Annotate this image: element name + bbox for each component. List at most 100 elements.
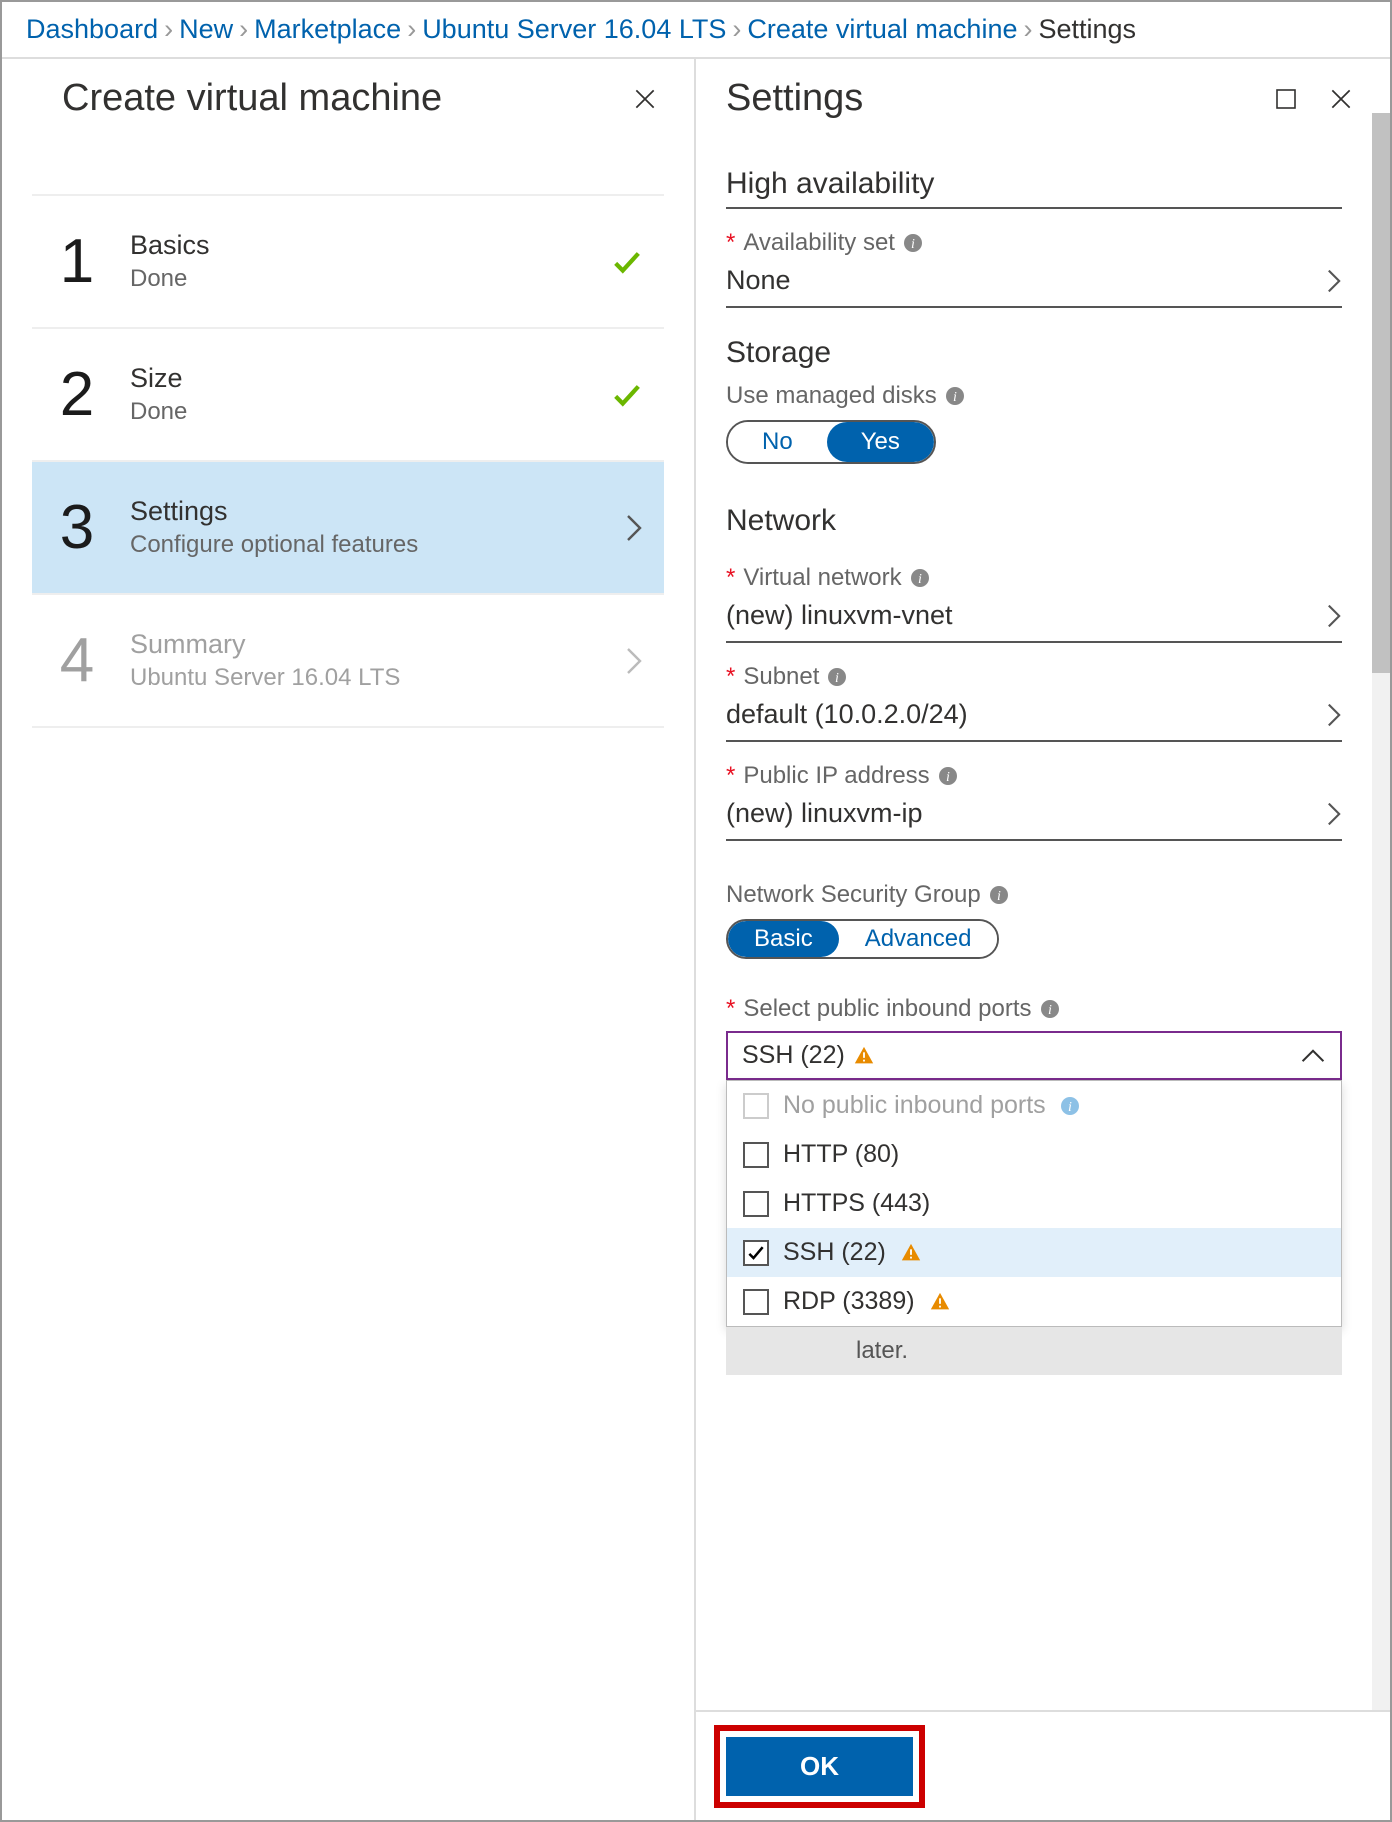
svg-text:i: i (1048, 1003, 1052, 1018)
warning-icon (853, 1045, 875, 1067)
toggle-managed-disks: No Yes (726, 420, 936, 464)
checkbox-icon (743, 1289, 769, 1315)
svg-text:i: i (953, 390, 957, 405)
chevron-right-icon (624, 646, 644, 676)
option-rdp[interactable]: RDP (3389) (727, 1277, 1341, 1326)
warning-icon (929, 1291, 951, 1313)
label-nsg: Network Security Group i (726, 881, 1342, 909)
breadcrumb-current: Settings (1038, 14, 1136, 45)
label-subnet: *Subnet i (726, 663, 1342, 691)
create-vm-panel: Create virtual machine 1 Basics Done (2, 59, 696, 1820)
info-icon[interactable]: i (938, 766, 958, 786)
label-managed-disks: Use managed disks i (726, 382, 1342, 410)
chevron-right-icon (624, 513, 644, 543)
close-icon[interactable] (632, 86, 658, 112)
breadcrumb-link[interactable]: Marketplace (254, 14, 401, 45)
step-settings[interactable]: 3 Settings Configure optional features (32, 462, 664, 595)
chevron-right-icon: › (732, 14, 741, 45)
svg-text:i: i (997, 889, 1001, 904)
info-icon[interactable]: i (827, 667, 847, 687)
chevron-right-icon: › (164, 14, 173, 45)
dropdown-value: SSH (22) (742, 1041, 845, 1070)
svg-text:i: i (835, 671, 839, 686)
settings-panel: Settings High availability * Availab (696, 59, 1390, 1820)
warning-icon (900, 1242, 922, 1264)
option-https[interactable]: HTTPS (443) (727, 1179, 1341, 1228)
info-note: later. (726, 1327, 1342, 1375)
toggle-yes[interactable]: Yes (827, 422, 934, 462)
chevron-right-icon: › (407, 14, 416, 45)
checkmark-icon (610, 378, 644, 412)
label-virtual-network: *Virtual network i (726, 564, 1342, 592)
value-virtual-network: (new) linuxvm-vnet (726, 600, 953, 631)
dropdown-inbound-ports[interactable]: SSH (22) (726, 1031, 1342, 1080)
step-size[interactable]: 2 Size Done (32, 329, 664, 462)
checkbox-icon (743, 1191, 769, 1217)
step-title: Basics (130, 230, 582, 261)
svg-text:i: i (918, 572, 922, 587)
scrollbar-thumb[interactable] (1372, 113, 1390, 673)
step-number: 2 (52, 359, 102, 430)
breadcrumb: Dashboard › New › Marketplace › Ubuntu S… (2, 2, 1390, 59)
step-subtitle: Done (130, 265, 582, 293)
section-high-availability: High availability (726, 167, 1342, 209)
option-http[interactable]: HTTP (80) (727, 1130, 1341, 1179)
label-availability-set: * Availability set i (726, 229, 1342, 257)
info-icon[interactable]: i (910, 568, 930, 588)
option-ssh[interactable]: SSH (22) (727, 1228, 1341, 1277)
checkbox-checked-icon (743, 1240, 769, 1266)
field-availability-set[interactable]: None (726, 257, 1342, 308)
step-number: 1 (52, 226, 102, 297)
panel-title: Settings (726, 77, 863, 120)
step-subtitle: Ubuntu Server 16.04 LTS (130, 664, 596, 692)
step-summary[interactable]: 4 Summary Ubuntu Server 16.04 LTS (32, 595, 664, 728)
dropdown-list-inbound-ports: No public inbound ports i HTTP (80) HTTP… (726, 1080, 1342, 1327)
step-subtitle: Done (130, 398, 582, 426)
info-icon[interactable]: i (945, 386, 965, 406)
info-icon[interactable]: i (1040, 999, 1060, 1019)
option-no-public-ports[interactable]: No public inbound ports i (727, 1081, 1341, 1130)
checkbox-icon (743, 1093, 769, 1119)
svg-text:i: i (1068, 1100, 1072, 1115)
checkbox-icon (743, 1142, 769, 1168)
step-title: Settings (130, 496, 596, 527)
toggle-nsg-advanced[interactable]: Advanced (839, 921, 998, 957)
toggle-nsg-basic[interactable]: Basic (728, 921, 839, 957)
breadcrumb-link[interactable]: New (179, 14, 233, 45)
step-number: 4 (52, 625, 102, 696)
field-public-ip[interactable]: (new) linuxvm-ip (726, 790, 1342, 841)
chevron-right-icon (1326, 801, 1342, 827)
field-virtual-network[interactable]: (new) linuxvm-vnet (726, 592, 1342, 643)
maximize-icon[interactable] (1274, 87, 1298, 111)
step-title: Summary (130, 629, 596, 660)
step-basics[interactable]: 1 Basics Done (32, 196, 664, 329)
svg-text:i: i (946, 770, 950, 785)
breadcrumb-link[interactable]: Create virtual machine (747, 14, 1017, 45)
ok-button[interactable]: OK (726, 1737, 913, 1796)
label-public-ip: *Public IP address i (726, 762, 1342, 790)
step-subtitle: Configure optional features (130, 531, 596, 559)
chevron-up-icon (1300, 1047, 1326, 1065)
breadcrumb-link[interactable]: Ubuntu Server 16.04 LTS (422, 14, 726, 45)
value-subnet: default (10.0.2.0/24) (726, 699, 968, 730)
label-inbound-ports: *Select public inbound ports i (726, 995, 1342, 1023)
field-subnet[interactable]: default (10.0.2.0/24) (726, 691, 1342, 742)
toggle-nsg: Basic Advanced (726, 919, 999, 959)
checkmark-icon (610, 245, 644, 279)
step-number: 3 (52, 492, 102, 563)
chevron-right-icon: › (1023, 14, 1032, 45)
step-title: Size (130, 363, 582, 394)
chevron-right-icon (1326, 603, 1342, 629)
svg-text:i: i (911, 237, 915, 252)
chevron-right-icon: › (239, 14, 248, 45)
breadcrumb-link[interactable]: Dashboard (26, 14, 158, 45)
value-availability-set: None (726, 265, 791, 296)
ok-highlight: OK (714, 1725, 925, 1808)
info-icon[interactable]: i (989, 885, 1009, 905)
toggle-no[interactable]: No (728, 422, 827, 462)
close-icon[interactable] (1328, 86, 1354, 112)
info-icon[interactable]: i (1060, 1096, 1080, 1116)
info-icon[interactable]: i (903, 233, 923, 253)
chevron-right-icon (1326, 268, 1342, 294)
section-network: Network (726, 504, 1342, 544)
